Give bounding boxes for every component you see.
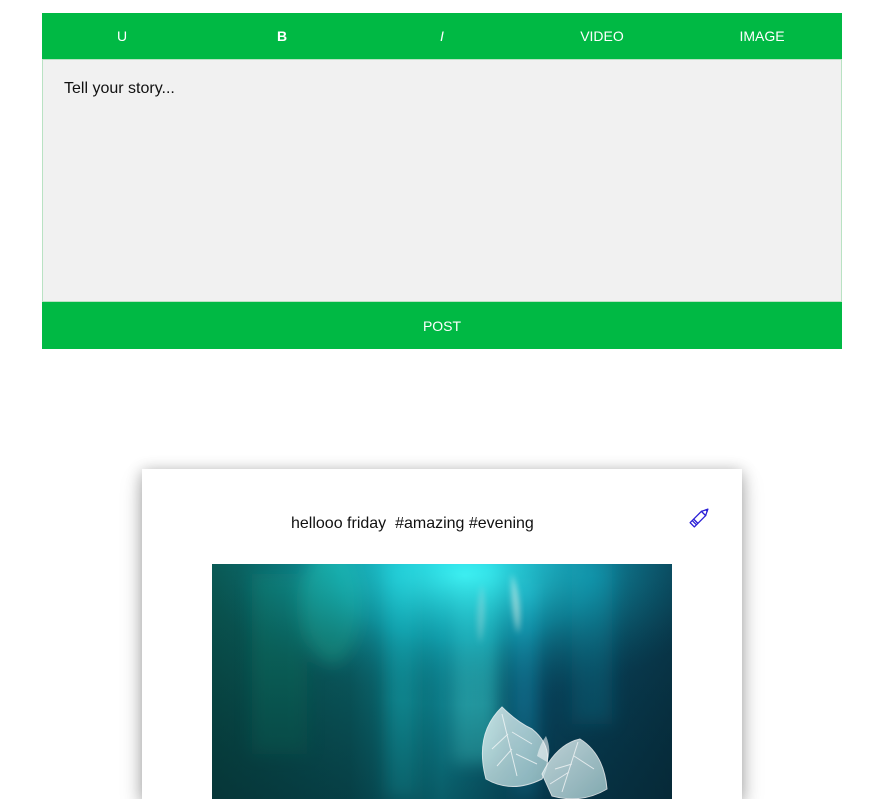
post-button[interactable]: POST: [42, 302, 842, 349]
bold-button[interactable]: B: [202, 13, 362, 59]
post-text: hellooo friday #amazing #evening: [291, 515, 534, 532]
post-image: [212, 564, 672, 799]
story-editor: U B I VIDEO IMAGE POST: [42, 13, 842, 349]
italic-button[interactable]: I: [362, 13, 522, 59]
leaf-photo: [212, 564, 672, 799]
post-card: hellooo friday #amazing #evening: [142, 469, 742, 799]
video-button[interactable]: VIDEO: [522, 13, 682, 59]
image-button[interactable]: IMAGE: [682, 13, 842, 59]
formatting-toolbar: U B I VIDEO IMAGE: [42, 13, 842, 59]
story-input[interactable]: [42, 59, 842, 302]
edit-post-button[interactable]: [686, 503, 714, 531]
underline-button[interactable]: U: [42, 13, 202, 59]
pencil-icon: [689, 508, 709, 528]
